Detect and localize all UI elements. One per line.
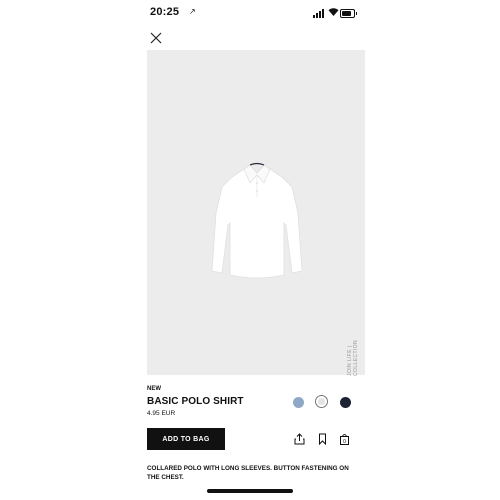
add-to-bag-button[interactable]: ADD TO BAG: [147, 428, 225, 450]
status-bar: 20:25 ↗: [135, 0, 365, 26]
battery-icon: [340, 9, 357, 18]
product-description: COLLARED POLO WITH LONG SLEEVES. BUTTON …: [147, 465, 349, 481]
new-badge: NEW: [147, 386, 161, 392]
status-time: 20:25: [150, 6, 180, 18]
product-title: BASIC POLO SHIRT: [147, 396, 244, 407]
color-swatch-blue[interactable]: [293, 397, 304, 408]
color-swatch-navy[interactable]: [340, 397, 351, 408]
close-icon[interactable]: [149, 31, 163, 45]
color-swatch-white[interactable]: [315, 395, 328, 408]
wifi-icon: [328, 7, 339, 19]
polo-shirt-image: [211, 162, 303, 279]
share-icon[interactable]: [294, 432, 305, 445]
product-image[interactable]: JOIN LIFE | COLLECTION: [147, 50, 365, 376]
bookmark-icon[interactable]: [317, 432, 328, 446]
phone-screen: 20:25 ↗ JOIN LIFE | COLLECTION NEW BASIC…: [135, 0, 365, 500]
bag-icon[interactable]: 0: [339, 432, 350, 445]
home-indicator[interactable]: [207, 489, 293, 493]
collection-label: JOIN LIFE | COLLECTION: [347, 340, 359, 376]
signal-icon: [313, 9, 325, 18]
svg-text:0: 0: [343, 439, 346, 445]
product-price: 4.95 EUR: [147, 410, 176, 417]
location-icon: ↗: [189, 7, 196, 16]
